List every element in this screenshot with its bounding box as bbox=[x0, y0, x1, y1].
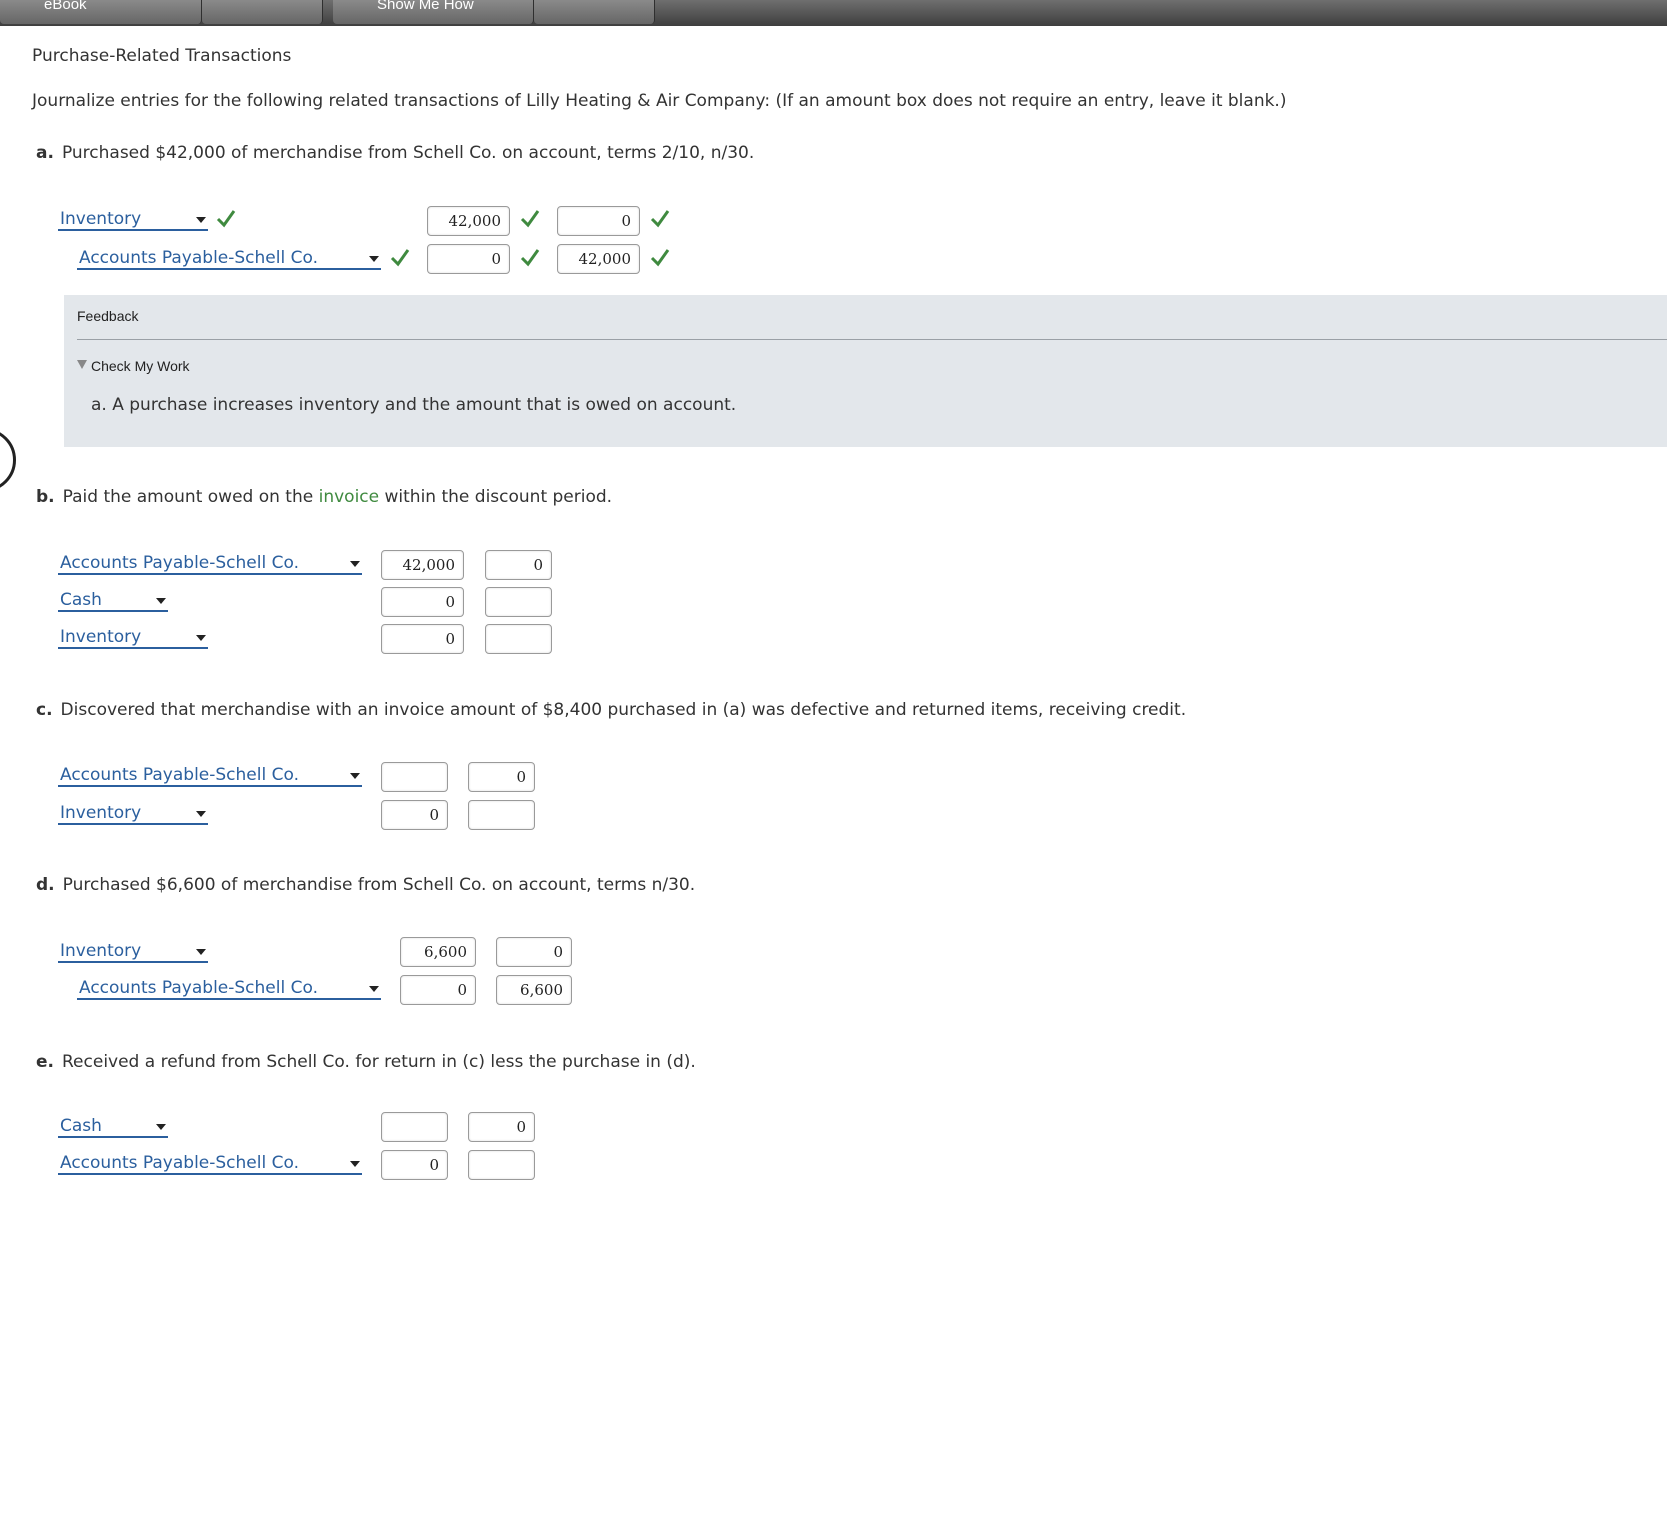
debit-input-a-1[interactable]: 42,000 bbox=[427, 206, 510, 236]
debit-input-c-1[interactable] bbox=[381, 762, 448, 792]
debit-input-e-2[interactable]: 0 bbox=[381, 1150, 448, 1180]
account-select-e-1-label: Cash bbox=[60, 1116, 102, 1136]
account-select-a-1[interactable]: Inventory bbox=[58, 209, 208, 231]
debit-input-b-2[interactable]: 0 bbox=[381, 587, 464, 617]
debit-input-d-1[interactable]: 6,600 bbox=[400, 937, 476, 967]
tab-show-me-how-label: Show Me How bbox=[377, 0, 474, 13]
account-select-a-2[interactable]: Accounts Payable-Schell Co. bbox=[77, 248, 381, 270]
credit-input-d-2[interactable]: 6,600 bbox=[496, 975, 572, 1005]
credit-input-d-1[interactable]: 0 bbox=[496, 937, 572, 967]
account-select-d-2-label: Accounts Payable-Schell Co. bbox=[79, 978, 318, 998]
tab-show-me-how[interactable]: Show Me How bbox=[333, 0, 534, 24]
account-select-c-1-label: Accounts Payable-Schell Co. bbox=[60, 765, 299, 785]
account-select-b-3[interactable]: Inventory bbox=[58, 627, 208, 649]
chevron-down-icon bbox=[369, 986, 379, 992]
question-a-letter: a. bbox=[36, 143, 54, 163]
question-e: e. Received a refund from Schell Co. for … bbox=[36, 1052, 696, 1072]
question-c-text: Discovered that merchandise with an invo… bbox=[60, 700, 1187, 720]
checkmark-icon bbox=[650, 210, 670, 228]
credit-input-b-2[interactable] bbox=[485, 587, 552, 617]
debit-input-e-1[interactable] bbox=[381, 1112, 448, 1142]
chevron-down-icon bbox=[369, 256, 379, 262]
tab-ebook-label: eBook bbox=[44, 0, 87, 13]
question-d-text: Purchased $6,600 of merchandise from Sch… bbox=[62, 875, 696, 895]
question-b-text-before: Paid the amount owed on the bbox=[62, 487, 319, 507]
question-b-letter: b. bbox=[36, 487, 55, 507]
chevron-down-icon bbox=[350, 773, 360, 779]
check-my-work-label: Check My Work bbox=[91, 358, 190, 374]
chevron-down-icon bbox=[196, 217, 206, 223]
feedback-panel: Feedback Check My Work a. A purchase inc… bbox=[64, 295, 1667, 447]
checkmark-icon bbox=[390, 249, 410, 267]
account-select-c-1[interactable]: Accounts Payable-Schell Co. bbox=[58, 765, 362, 787]
question-c-letter: c. bbox=[36, 700, 53, 720]
feedback-divider bbox=[77, 339, 1667, 340]
credit-input-b-1[interactable]: 0 bbox=[485, 550, 552, 580]
debit-input-a-2[interactable]: 0 bbox=[427, 244, 510, 274]
question-a: a. Purchased $42,000 of merchandise from … bbox=[36, 143, 754, 163]
account-select-d-2[interactable]: Accounts Payable-Schell Co. bbox=[77, 978, 381, 1000]
chevron-down-icon bbox=[350, 561, 360, 567]
account-select-b-2[interactable]: Cash bbox=[58, 590, 168, 612]
chevron-down-icon bbox=[196, 811, 206, 817]
debit-input-d-2[interactable]: 0 bbox=[400, 975, 476, 1005]
question-d-letter: d. bbox=[36, 875, 55, 895]
credit-input-e-1[interactable]: 0 bbox=[468, 1112, 535, 1142]
tab-blank-1[interactable] bbox=[202, 0, 323, 24]
account-select-c-2-label: Inventory bbox=[60, 803, 142, 823]
account-select-d-1-label: Inventory bbox=[60, 941, 142, 961]
question-a-text: Purchased $42,000 of merchandise from Sc… bbox=[61, 143, 755, 163]
question-e-letter: e. bbox=[36, 1052, 54, 1072]
tab-ebook[interactable]: eBook bbox=[0, 0, 202, 24]
question-b-text-after: within the discount period. bbox=[379, 487, 613, 507]
account-select-b-1-label: Accounts Payable-Schell Co. bbox=[60, 553, 299, 573]
question-d: d. Purchased $6,600 of merchandise from S… bbox=[36, 875, 695, 895]
credit-input-b-3[interactable] bbox=[485, 624, 552, 654]
account-select-a-2-label: Accounts Payable-Schell Co. bbox=[79, 248, 318, 268]
credit-input-a-2[interactable]: 42,000 bbox=[557, 244, 640, 274]
account-select-e-1[interactable]: Cash bbox=[58, 1116, 168, 1138]
checkmark-icon bbox=[520, 210, 540, 228]
chevron-down-icon bbox=[156, 1124, 166, 1130]
question-e-text: Received a refund from Schell Co. for re… bbox=[62, 1052, 696, 1072]
checkmark-icon bbox=[520, 249, 540, 267]
account-select-b-2-label: Cash bbox=[60, 590, 102, 610]
checkmark-icon bbox=[216, 210, 236, 228]
invoice-link[interactable]: invoice bbox=[319, 487, 380, 507]
account-select-b-1[interactable]: Accounts Payable-Schell Co. bbox=[58, 553, 362, 575]
debit-input-c-2[interactable]: 0 bbox=[381, 800, 448, 830]
account-select-b-3-label: Inventory bbox=[60, 627, 142, 647]
checkmark-icon bbox=[650, 249, 670, 267]
chevron-down-icon bbox=[196, 949, 206, 955]
account-select-e-2-label: Accounts Payable-Schell Co. bbox=[60, 1153, 299, 1173]
cursor-circle bbox=[0, 428, 16, 492]
credit-input-c-1[interactable]: 0 bbox=[468, 762, 535, 792]
check-my-work-toggle[interactable]: Check My Work bbox=[77, 358, 190, 374]
feedback-title: Feedback bbox=[77, 308, 139, 324]
credit-input-c-2[interactable] bbox=[468, 800, 535, 830]
feedback-text: a. A purchase increases inventory and th… bbox=[91, 395, 737, 415]
chevron-down-icon bbox=[350, 1161, 360, 1167]
account-select-c-2[interactable]: Inventory bbox=[58, 803, 208, 825]
credit-input-e-2[interactable] bbox=[468, 1150, 535, 1180]
debit-input-b-1[interactable]: 42,000 bbox=[381, 550, 464, 580]
chevron-down-icon bbox=[196, 635, 206, 641]
question-c: c. Discovered that merchandise with an in… bbox=[36, 700, 1186, 720]
debit-input-b-3[interactable]: 0 bbox=[381, 624, 464, 654]
account-select-e-2[interactable]: Accounts Payable-Schell Co. bbox=[58, 1153, 362, 1175]
triangle-down-icon bbox=[77, 360, 87, 369]
credit-input-a-1[interactable]: 0 bbox=[557, 206, 640, 236]
tab-blank-2[interactable] bbox=[534, 0, 655, 24]
page-title: Purchase-Related Transactions bbox=[32, 46, 292, 66]
account-select-a-1-label: Inventory bbox=[60, 209, 142, 229]
chevron-down-icon bbox=[156, 598, 166, 604]
top-toolbar: eBook Show Me How bbox=[0, 0, 1667, 26]
account-select-d-1[interactable]: Inventory bbox=[58, 941, 208, 963]
question-b: b. Paid the amount owed on the invoice wi… bbox=[36, 487, 612, 507]
instructions: Journalize entries for the following rel… bbox=[32, 91, 1287, 111]
